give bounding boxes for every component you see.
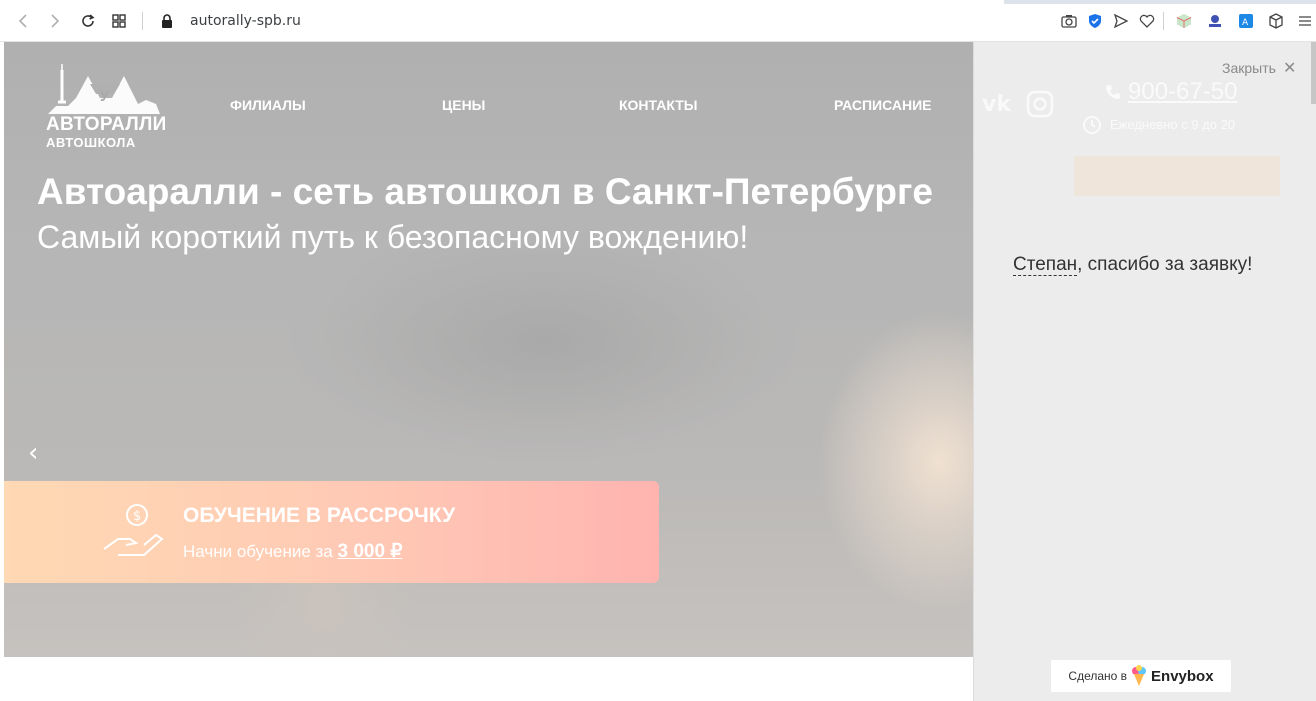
promo-price[interactable]: 3 000 ₽ xyxy=(338,541,403,562)
phone-icon xyxy=(1106,85,1120,99)
svg-text:A: A xyxy=(1242,18,1249,28)
made-in-label: Сделано в xyxy=(1068,669,1128,683)
reload-icon[interactable] xyxy=(79,12,97,30)
close-panel-link[interactable]: Закрыть xyxy=(1222,60,1276,76)
shield-check-icon[interactable] xyxy=(1086,12,1104,30)
translate-icon[interactable]: A xyxy=(1237,12,1255,30)
thanks-message: Степан, спасибо за заявку! xyxy=(1013,254,1252,276)
cube-extension-icon[interactable] xyxy=(1175,12,1193,30)
header-callback-button[interactable] xyxy=(1074,156,1280,196)
lock-icon[interactable] xyxy=(158,12,176,30)
logo-letter: У xyxy=(100,88,109,104)
hero-banner: У АВТОРАЛЛИ АВТОШКОЛА ФИЛИАЛЫ ЦЕНЫ КОНТА… xyxy=(4,42,973,657)
tabs-grid-icon[interactable] xyxy=(110,12,128,30)
box-icon[interactable] xyxy=(1267,12,1285,30)
installment-promo-banner[interactable]: $ ОБУЧЕНИЕ В РАССРОЧКУ Начни обучение за… xyxy=(4,481,659,583)
money-hand-icon: $ xyxy=(103,504,164,556)
nav-link-schedule[interactable]: РАСПИСАНИЕ xyxy=(834,97,932,113)
thanks-text: , спасибо за заявку! xyxy=(1077,254,1253,275)
toolbar-divider xyxy=(142,12,143,30)
clock-icon xyxy=(1083,116,1101,134)
header-phone[interactable]: 900-67-50 xyxy=(1128,78,1237,106)
nav-link-branches[interactable]: ФИЛИАЛЫ xyxy=(230,97,306,113)
instagram-icon[interactable] xyxy=(1026,90,1054,118)
page-scrollbar[interactable] xyxy=(1311,42,1316,104)
heart-icon[interactable] xyxy=(1138,12,1156,30)
camera-icon[interactable] xyxy=(1060,12,1078,30)
envybox-logo-icon xyxy=(1132,665,1147,686)
header-hours: Ежедневно с 9 до 20 xyxy=(1110,117,1236,132)
logo-title[interactable]: АВТОРАЛЛИ xyxy=(46,114,167,136)
made-in-envybox-badge[interactable]: Сделано в Envybox xyxy=(1051,660,1231,692)
send-icon[interactable] xyxy=(1112,12,1130,30)
forward-icon[interactable] xyxy=(46,12,64,30)
slider-prev-arrow-icon[interactable]: ‹ xyxy=(28,438,38,468)
close-icon[interactable]: ✕ xyxy=(1283,58,1296,77)
nav-link-contacts[interactable]: КОНТАКТЫ xyxy=(619,97,697,113)
menu-lines-icon[interactable] xyxy=(1296,12,1314,30)
callback-panel xyxy=(973,42,1316,701)
browser-toolbar: autorally-spb.ru A xyxy=(0,0,1316,42)
download-extension-icon[interactable] xyxy=(1206,12,1224,30)
vk-icon[interactable]: vk xyxy=(982,90,1016,116)
thanks-name: Степан xyxy=(1013,254,1078,276)
hero-title: Автоаралли - сеть автошкол в Санкт-Петер… xyxy=(37,171,933,212)
hero-subtitle: Самый короткий путь к безопасному вожден… xyxy=(37,219,749,255)
svg-text:$: $ xyxy=(133,509,141,524)
promo-text-label: Начни обучение за xyxy=(183,542,333,561)
address-bar-url[interactable]: autorally-spb.ru xyxy=(190,13,301,29)
toolbar-divider-right xyxy=(1163,12,1164,30)
tab-strip-accent xyxy=(1004,0,1316,4)
logo-subtitle: АВТОШКОЛА xyxy=(46,135,136,150)
promo-title: ОБУЧЕНИЕ В РАССРОЧКУ xyxy=(183,504,456,527)
back-icon[interactable] xyxy=(14,12,32,30)
nav-link-prices[interactable]: ЦЕНЫ xyxy=(442,97,485,113)
envybox-brand: Envybox xyxy=(1151,667,1214,685)
page-below-hero xyxy=(4,657,973,701)
svg-text:vk: vk xyxy=(982,92,1012,116)
promo-text: Начни обучение за 3 000 ₽ xyxy=(183,540,402,563)
